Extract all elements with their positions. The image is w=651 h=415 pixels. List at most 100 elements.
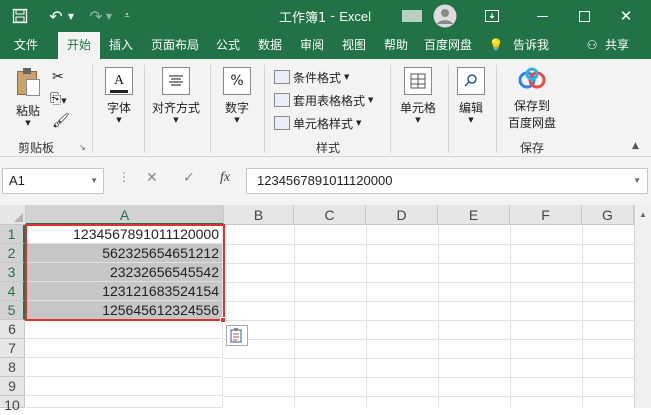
tab-insert[interactable]: 插入 [102, 32, 140, 59]
insert-function-icon[interactable]: fx [220, 170, 230, 186]
chevron-down-icon: ▼ [116, 116, 122, 124]
separator [144, 65, 145, 153]
tell-me-search[interactable]: 告诉我 [506, 32, 556, 59]
column-header-d[interactable]: D [366, 205, 438, 225]
row-header[interactable]: 6 [0, 320, 25, 339]
format-as-table-button[interactable]: 套用表格格式 ▼ [274, 89, 373, 111]
gridline [224, 339, 634, 340]
name-box[interactable]: A1 ▼ [2, 168, 104, 194]
row-header[interactable]: 5 [0, 301, 25, 320]
ribbon-display-options-icon[interactable] [482, 5, 502, 27]
chevron-down-icon: ▼ [415, 116, 421, 124]
format-as-table-icon [274, 93, 290, 107]
gridline [582, 225, 583, 408]
dialog-launcher-icon[interactable]: ↘ [79, 143, 86, 152]
column-header-g[interactable]: G [582, 205, 634, 225]
tab-page-layout[interactable]: 页面布局 [146, 32, 204, 59]
cell-styles-label: 单元格样式 [293, 116, 354, 131]
chevron-down-icon: ▼ [25, 119, 31, 127]
gridline [224, 263, 634, 264]
cell-a7[interactable] [26, 339, 223, 358]
save-to-baidu-button[interactable]: 保存到 百度网盘 [502, 67, 562, 131]
cells-icon [404, 67, 432, 95]
maximize-icon[interactable] [572, 5, 596, 27]
select-all-corner[interactable] [0, 205, 26, 225]
row-header[interactable]: 3 [0, 263, 25, 282]
cell-a6[interactable] [26, 320, 223, 339]
chevron-up-icon[interactable]: ▲ [635, 210, 651, 219]
row-header[interactable]: 7 [0, 339, 25, 358]
gridline [510, 225, 511, 408]
chevron-down-icon[interactable]: ▼ [633, 169, 641, 193]
tab-baidu-netdisk[interactable]: 百度网盘 [418, 32, 478, 59]
paste-button[interactable]: 粘贴 ▼ [10, 67, 46, 127]
title-bar: ↶ ▼ ↷ ▼ ⩡ 工作簿1 - Excel ✕ [0, 0, 651, 32]
tab-file[interactable]: 文件 [6, 32, 46, 59]
tab-formulas[interactable]: 公式 [210, 32, 246, 59]
column-header-e[interactable]: E [438, 205, 510, 225]
undo-icon[interactable]: ↶ [44, 5, 68, 27]
collapse-ribbon-icon[interactable]: ▲ [632, 141, 639, 151]
cell-a9[interactable] [26, 377, 223, 396]
cells-button[interactable]: 单元格 ▼ [395, 67, 441, 124]
close-icon[interactable]: ✕ [614, 5, 638, 27]
gridline [224, 282, 634, 283]
paste-options-icon[interactable] [226, 325, 248, 346]
chevron-down-icon: ▼ [173, 116, 179, 124]
save-icon[interactable] [8, 5, 32, 27]
cell-styles-button[interactable]: 单元格样式 ▼ [274, 112, 361, 134]
enter-icon[interactable]: ✓ [183, 170, 195, 186]
row-header[interactable]: 2 [0, 244, 25, 263]
avatar[interactable] [432, 4, 458, 28]
ribbon: 粘贴 ▼ ✂ ⎘▼ 🖌 剪贴板 ↘ A 字体 ▼ 对齐方式 ▼ % 数字 ▼ 条… [0, 59, 651, 157]
worksheet-grid[interactable]: A B C D E F G ▲ 1 2 3 4 5 6 7 8 9 10 123… [0, 205, 651, 413]
chevron-down-icon: ▼ [234, 116, 240, 124]
copy-icon[interactable]: ⎘▼ [50, 91, 67, 107]
more-icon: ⋮ [118, 170, 130, 184]
editing-button[interactable]: 编辑 ▼ [452, 67, 490, 124]
app-name: Excel [339, 8, 372, 24]
tab-home[interactable]: 开始 [58, 32, 100, 59]
font-icon: A [105, 67, 133, 95]
separator [210, 65, 211, 153]
column-header-c[interactable]: C [294, 205, 366, 225]
chevron-down-icon[interactable]: ▼ [104, 5, 114, 27]
cut-icon[interactable]: ✂ [52, 69, 64, 85]
cell-a10[interactable] [26, 396, 223, 408]
row-header[interactable]: 9 [0, 377, 25, 396]
cancel-icon[interactable]: ✕ [146, 170, 158, 186]
separator [264, 65, 265, 153]
row-header[interactable]: 10 [0, 396, 25, 413]
minimize-icon[interactable] [530, 5, 554, 27]
row-header[interactable]: 8 [0, 358, 25, 377]
column-header-f[interactable]: F [510, 205, 582, 225]
chevron-down-icon[interactable]: ▼ [66, 5, 76, 27]
tab-view[interactable]: 视图 [336, 32, 372, 59]
tab-review[interactable]: 审阅 [294, 32, 330, 59]
fill-handle[interactable] [220, 317, 226, 323]
vertical-scrollbar[interactable]: ▲ [634, 205, 651, 408]
number-label: 数字 [224, 101, 249, 115]
column-header-a[interactable]: A [26, 205, 224, 225]
chevron-down-icon[interactable]: ▼ [90, 169, 98, 193]
row-header[interactable]: 4 [0, 282, 25, 301]
column-header-b[interactable]: B [224, 205, 294, 225]
editing-label: 编辑 [458, 101, 483, 115]
customize-toolbar-icon[interactable]: ⩡ [120, 5, 134, 27]
separator [92, 65, 93, 153]
baidu-netdisk-label: 百度网盘 [507, 116, 556, 130]
font-button[interactable]: A 字体 ▼ [100, 67, 138, 124]
number-button[interactable]: % 数字 ▼ [218, 67, 256, 124]
conditional-formatting-button[interactable]: 条件格式 ▼ [274, 66, 349, 88]
share-button[interactable]: 共享 [600, 32, 634, 59]
row-header[interactable]: 1 [0, 225, 25, 244]
tab-help[interactable]: 帮助 [378, 32, 414, 59]
cell-a8[interactable] [26, 358, 223, 377]
chevron-down-icon: ▼ [368, 96, 374, 104]
tab-data[interactable]: 数据 [252, 32, 288, 59]
conditional-formatting-icon [274, 70, 290, 84]
format-painter-icon[interactable]: 🖌 [52, 113, 70, 129]
alignment-button[interactable]: 对齐方式 ▼ [148, 67, 204, 124]
formula-input[interactable]: 1234567891011120000 ▼ [246, 168, 648, 194]
workbook-name: 工作簿1 [278, 10, 327, 26]
